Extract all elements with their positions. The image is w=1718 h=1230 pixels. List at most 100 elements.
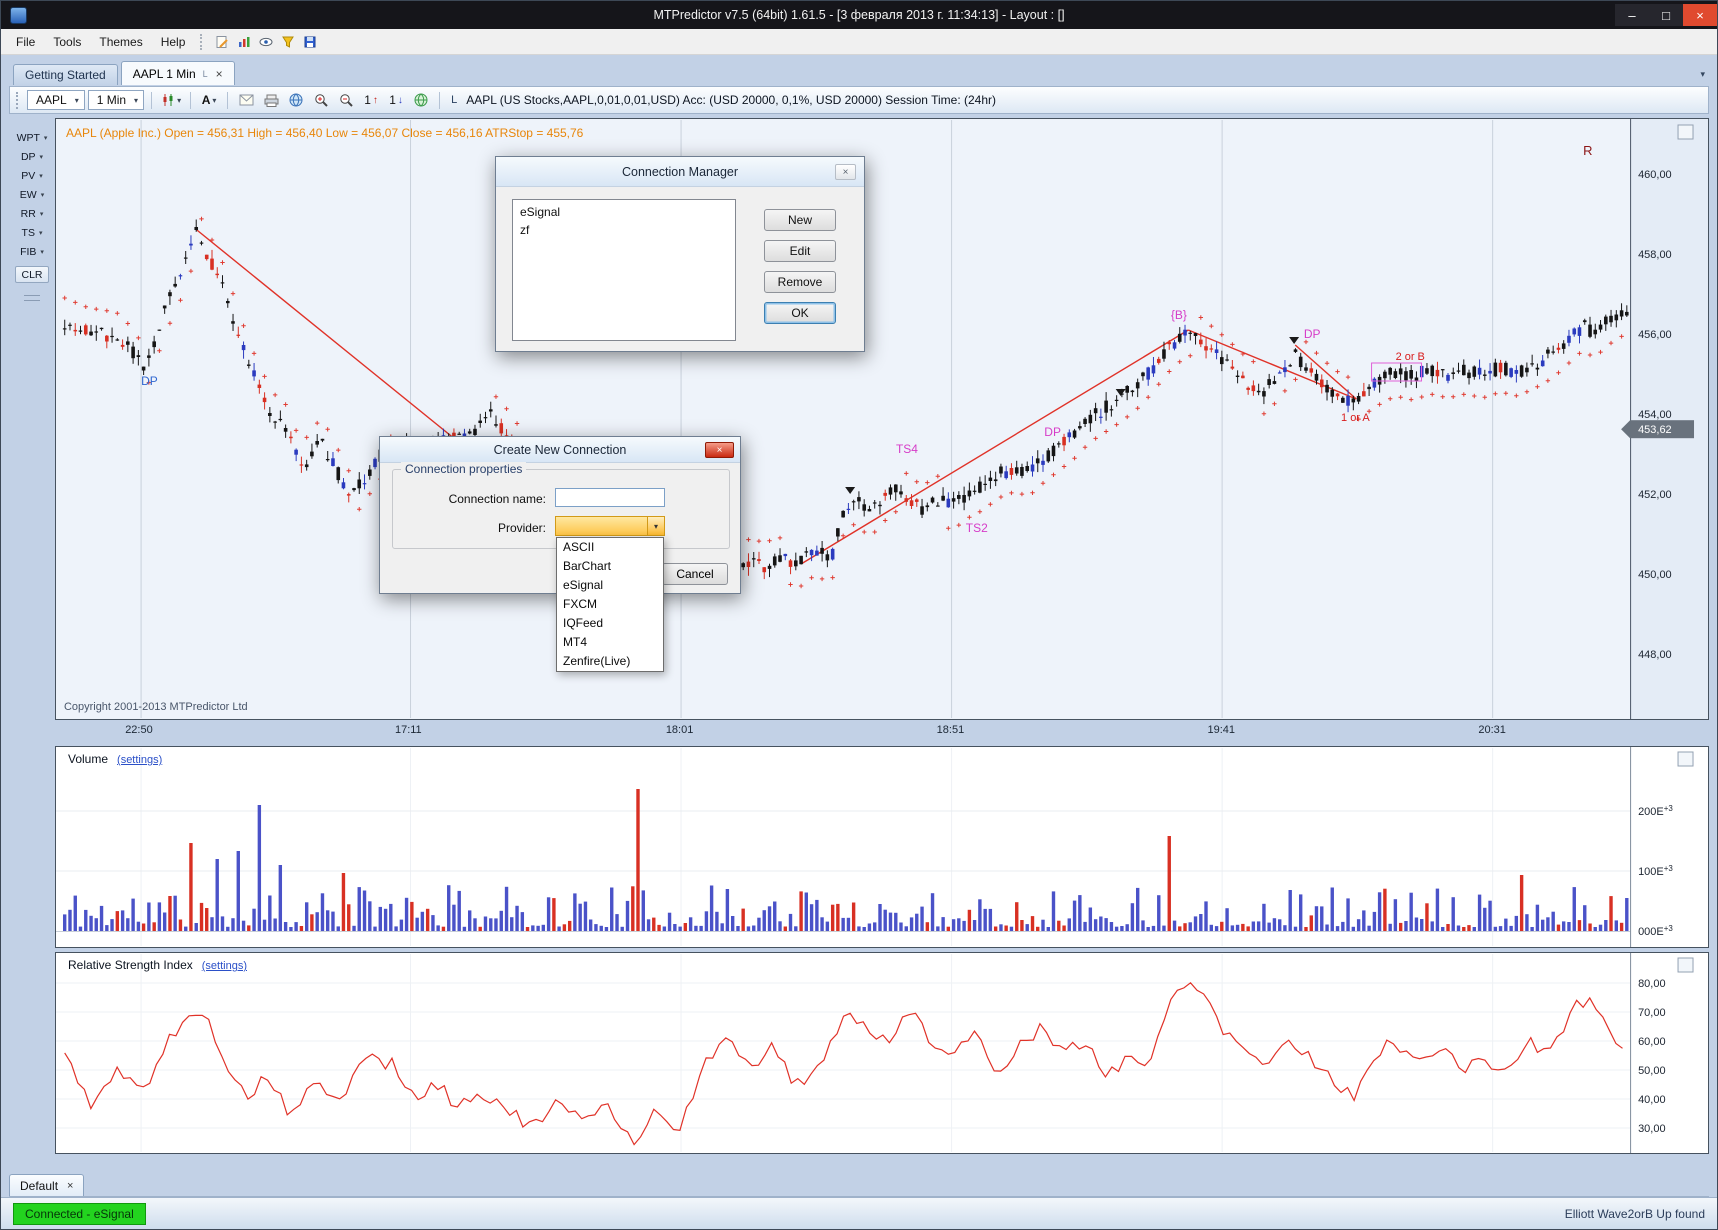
close-icon[interactable]: ×	[216, 67, 223, 81]
chart-type-button[interactable]: ▾	[159, 89, 183, 111]
interval-down-button[interactable]: 1↓	[385, 89, 407, 111]
connection-manager-dialog: Connection Manager × eSignal zf New Edit…	[495, 156, 865, 352]
chevron-down-icon: ▾	[41, 191, 45, 199]
provider-option-ascii[interactable]: ASCII	[557, 538, 663, 557]
svg-text:Copyright 2001-2013 MTPredicto: Copyright 2001-2013 MTPredictor Ltd	[64, 701, 248, 713]
dialog-title-bar[interactable]: Connection Manager ×	[496, 157, 864, 187]
tab-aapl-1min[interactable]: AAPL 1 Min L ×	[121, 61, 235, 85]
price-pane[interactable]: AAPL (Apple Inc.) Open = 456,31 High = 4…	[55, 118, 1709, 720]
annotate-button[interactable]: A▾	[198, 89, 220, 111]
chevron-down-icon: ▾	[177, 96, 181, 105]
svg-text:{B}: {B}	[1171, 308, 1187, 322]
provider-select[interactable]: ▾	[555, 516, 665, 536]
svg-text:TS4: TS4	[896, 442, 918, 456]
world-icon[interactable]	[285, 89, 307, 111]
title-bar: MTPredictor v7.5 (64bit) 1.61.5 - [3 фев…	[1, 1, 1717, 29]
svg-text:100E+3: 100E+3	[1638, 864, 1673, 878]
svg-text:453,62: 453,62	[1638, 424, 1672, 436]
report-icon[interactable]	[235, 89, 257, 111]
timeframe-combo[interactable]: 1 Min▾	[88, 90, 144, 110]
dialog-title-bar[interactable]: Create New Connection ×	[380, 437, 740, 463]
sidebar-item-dp[interactable]: DP▾	[11, 149, 53, 164]
connection-list-item[interactable]: zf	[513, 221, 735, 239]
sidebar-item-ts[interactable]: TS▾	[11, 225, 53, 240]
time-label: 17:11	[395, 724, 422, 736]
close-icon[interactable]: ×	[835, 164, 856, 180]
save-icon[interactable]	[299, 31, 321, 53]
close-icon[interactable]: ×	[67, 1180, 73, 1192]
provider-option-esignal[interactable]: eSignal	[557, 576, 663, 595]
zoom-in-icon[interactable]	[310, 89, 332, 111]
sidebar-splitter[interactable]	[24, 295, 40, 301]
cancel-button[interactable]: Cancel	[662, 563, 728, 585]
svg-text:70,00: 70,00	[1638, 1007, 1665, 1019]
chevron-down-icon[interactable]: ▾	[647, 517, 664, 535]
svg-text:458,00: 458,00	[1638, 249, 1672, 261]
chevron-down-icon: ▾	[40, 210, 44, 218]
menu-help[interactable]: Help	[152, 31, 195, 53]
svg-text:DP: DP	[1304, 327, 1321, 341]
filter-icon[interactable]	[277, 31, 299, 53]
connection-name-input[interactable]	[555, 488, 665, 507]
sidebar-item-wpt[interactable]: WPT▾	[11, 130, 53, 145]
connection-list-item[interactable]: eSignal	[513, 203, 735, 221]
close-button[interactable]: ×	[1683, 4, 1717, 26]
toolbar-grip[interactable]	[16, 92, 20, 109]
sidebar-item-pv[interactable]: PV▾	[11, 168, 53, 183]
rsi-pane[interactable]: Relative Strength Index (settings) 80,00 7…	[55, 952, 1709, 1154]
svg-text:R: R	[1583, 143, 1592, 158]
interval-up-button[interactable]: 1↑	[360, 89, 382, 111]
tab-getting-started[interactable]: Getting Started	[13, 64, 118, 85]
tool-sidebar: WPT▾ DP▾ PV▾ EW▾ RR▾ TS▾ FIB▾ CLR	[9, 118, 55, 1154]
rsi-title: Relative Strength Index	[68, 958, 193, 972]
chart-wizard-icon[interactable]	[233, 31, 255, 53]
provider-label: Provider:	[438, 521, 546, 535]
sidebar-item-ew[interactable]: EW▾	[11, 187, 53, 202]
provider-option-mt4[interactable]: MT4	[557, 633, 663, 652]
rsi-header: Relative Strength Index (settings)	[68, 958, 247, 972]
provider-option-iqfeed[interactable]: IQFeed	[557, 614, 663, 633]
layout-tab-default[interactable]: Default ×	[9, 1174, 84, 1196]
tabs-overflow-icon[interactable]: ▾	[1700, 69, 1705, 80]
globe-icon[interactable]	[410, 89, 432, 111]
svg-text:448,00: 448,00	[1638, 649, 1672, 661]
rsi-settings-link[interactable]: (settings)	[202, 960, 247, 972]
svg-text:80,00: 80,00	[1638, 978, 1665, 990]
separator	[151, 92, 152, 109]
zoom-out-icon[interactable]	[335, 89, 357, 111]
separator	[227, 92, 228, 109]
create-connection-dialog: Create New Connection × Connection prope…	[379, 436, 741, 594]
provider-option-barchart[interactable]: BarChart	[557, 557, 663, 576]
svg-text:40,00: 40,00	[1638, 1094, 1665, 1106]
connections-listbox[interactable]: eSignal zf	[512, 199, 736, 341]
svg-text:456,00: 456,00	[1638, 329, 1672, 341]
view-icon[interactable]	[255, 31, 277, 53]
new-button[interactable]: New	[764, 209, 836, 231]
chevron-down-icon: ▾	[40, 153, 44, 161]
chevron-down-icon: ▾	[212, 96, 216, 105]
sidebar-item-rr[interactable]: RR▾	[11, 206, 53, 221]
svg-text:60,00: 60,00	[1638, 1036, 1665, 1048]
menu-file[interactable]: File	[7, 31, 44, 53]
maximize-button[interactable]: □	[1649, 4, 1683, 26]
menu-tools[interactable]: Tools	[44, 31, 90, 53]
chevron-down-icon: ▾	[40, 248, 44, 256]
provider-option-fxcm[interactable]: FXCM	[557, 595, 663, 614]
svg-text:454,00: 454,00	[1638, 409, 1672, 421]
symbol-combo[interactable]: AAPL▾	[27, 90, 85, 110]
edit-button[interactable]: Edit	[764, 240, 836, 262]
new-layout-icon[interactable]	[211, 31, 233, 53]
svg-text:000E+3: 000E+3	[1638, 924, 1673, 938]
ok-button[interactable]: OK	[764, 302, 836, 324]
sidebar-item-fib[interactable]: FIB▾	[11, 244, 53, 259]
volume-pane[interactable]: Volume(settings) 200E+3100E+3000E+3	[55, 746, 1709, 948]
menu-themes[interactable]: Themes	[90, 31, 151, 53]
minimize-button[interactable]: –	[1615, 4, 1649, 26]
sidebar-item-clr[interactable]: CLR	[15, 266, 49, 283]
provider-option-zenfire[interactable]: Zenfire(Live)	[557, 652, 663, 671]
print-icon[interactable]	[260, 89, 282, 111]
remove-button[interactable]: Remove	[764, 271, 836, 293]
volume-settings-link[interactable]: (settings)	[117, 754, 162, 766]
close-icon[interactable]: ×	[705, 442, 734, 458]
time-label: 20:31	[1478, 724, 1506, 736]
